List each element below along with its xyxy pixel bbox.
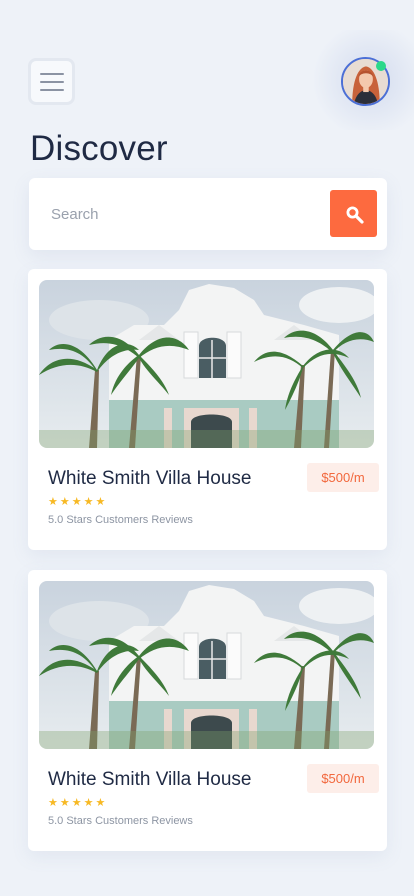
menu-button[interactable] <box>28 58 75 105</box>
star-icon: ★ <box>71 496 82 508</box>
search-input[interactable] <box>51 200 321 228</box>
page-title: Discover <box>30 129 168 168</box>
star-icon: ★ <box>59 797 70 809</box>
listing-card[interactable]: White Smith Villa House $500/m ★ ★ ★ ★ ★… <box>28 570 387 851</box>
online-status-dot <box>376 61 386 71</box>
villa-photo <box>39 581 374 749</box>
star-rating: ★ ★ ★ ★ ★ <box>48 798 105 809</box>
search-icon <box>346 206 364 224</box>
star-icon: ★ <box>59 496 70 508</box>
reviews-text: 5.0 Stars Customers Reviews <box>48 514 193 526</box>
hamburger-icon-line <box>39 88 64 91</box>
star-icon: ★ <box>48 797 58 809</box>
price-badge: $500/m <box>307 463 379 492</box>
star-icon: ★ <box>48 496 58 508</box>
star-icon: ★ <box>83 496 94 508</box>
star-icon: ★ <box>95 797 106 809</box>
hamburger-icon-line <box>39 80 64 83</box>
listing-title[interactable]: White Smith Villa House <box>48 769 251 791</box>
hamburger-icon-line <box>39 72 64 75</box>
listing-title[interactable]: White Smith Villa House <box>48 468 251 490</box>
search-bar <box>29 178 387 250</box>
star-rating: ★ ★ ★ ★ ★ <box>48 497 105 508</box>
villa-photo <box>39 280 374 448</box>
star-icon: ★ <box>83 797 94 809</box>
search-button[interactable] <box>330 190 377 237</box>
reviews-text: 5.0 Stars Customers Reviews <box>48 815 193 827</box>
star-icon: ★ <box>95 496 106 508</box>
listing-card[interactable]: White Smith Villa House $500/m ★ ★ ★ ★ ★… <box>28 269 387 550</box>
price-badge: $500/m <box>307 764 379 793</box>
star-icon: ★ <box>71 797 82 809</box>
